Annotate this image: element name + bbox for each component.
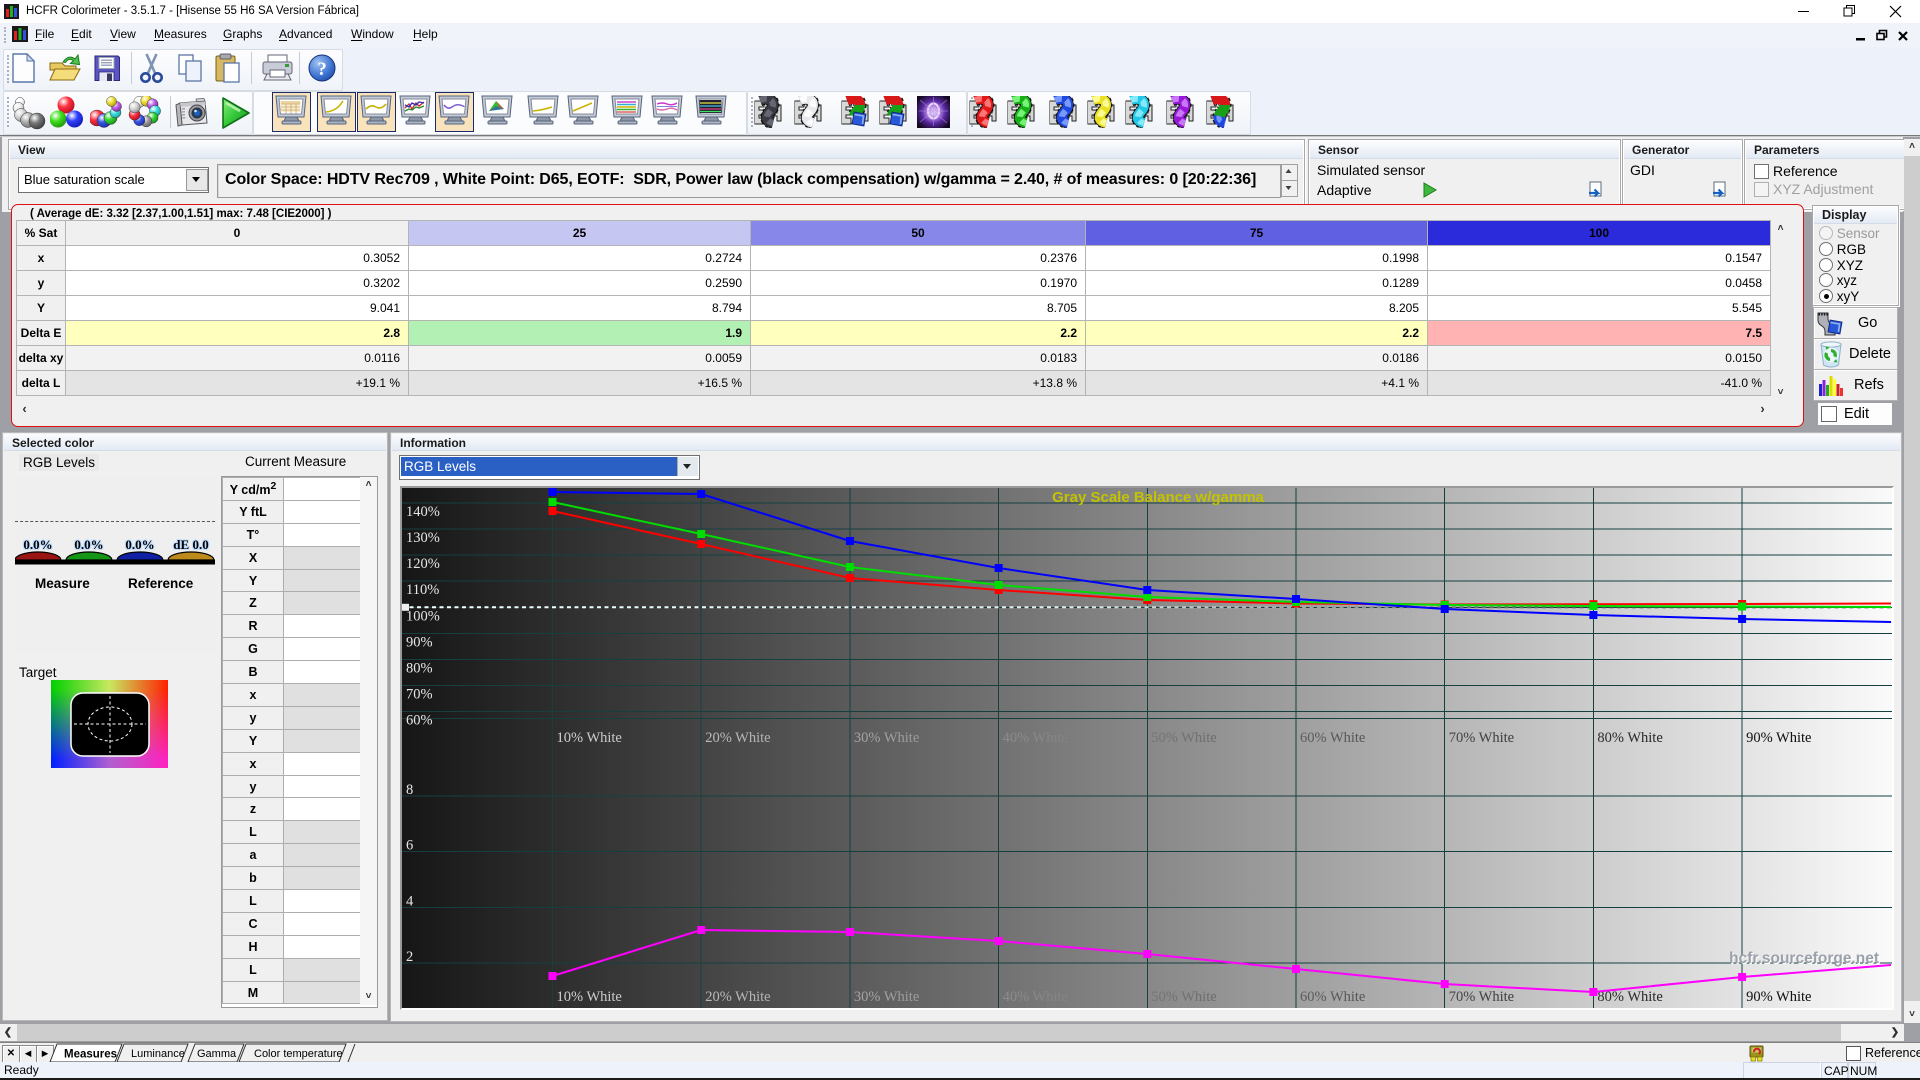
svg-text:2: 2 [406,949,413,965]
svg-text:?: ? [317,59,327,80]
svg-text:20% White: 20% White [705,989,770,1005]
svg-text:90% White: 90% White [1746,730,1811,746]
svg-text:Gray Scale Balance w/gamma: Gray Scale Balance w/gamma [1052,489,1264,506]
svg-text:Measures: Measures [64,1049,117,1061]
svg-text:80%: 80% [406,660,433,676]
svg-text:50% White: 50% White [1151,989,1216,1005]
svg-text:Luminance: Luminance [131,1048,185,1060]
svg-text:130%: 130% [406,530,440,546]
svg-text:60% White: 60% White [1300,730,1365,746]
svg-text:120%: 120% [406,556,440,572]
svg-text:30% White: 30% White [854,989,919,1005]
svg-text:140%: 140% [406,504,440,520]
svg-text:Gamma: Gamma [197,1048,237,1060]
svg-text:70%: 70% [406,687,433,703]
svg-text:80% White: 80% White [1597,730,1662,746]
svg-text:30% White: 30% White [854,730,919,746]
svg-text:90% White: 90% White [1746,989,1811,1005]
svg-text:60%: 60% [406,713,433,729]
svg-text:70% White: 70% White [1449,989,1514,1005]
svg-text:40% White: 40% White [1003,989,1068,1005]
svg-text:60% White: 60% White [1300,989,1365,1005]
svg-text:hcfr.sourceforge.net: hcfr.sourceforge.net [1729,950,1879,967]
svg-text:10% White: 10% White [557,730,622,746]
svg-text:10% White: 10% White [557,989,622,1005]
svg-text:6: 6 [406,838,413,854]
svg-text:50% White: 50% White [1151,730,1216,746]
svg-text:20% White: 20% White [705,730,770,746]
svg-text:70% White: 70% White [1449,730,1514,746]
svg-text:40% White: 40% White [1003,730,1068,746]
svg-text:110%: 110% [406,582,439,598]
svg-text:4: 4 [406,893,414,909]
svg-text:8: 8 [406,782,413,798]
svg-text:Color temperature: Color temperature [254,1048,343,1060]
svg-text:100%: 100% [406,608,440,624]
svg-text:90%: 90% [406,634,433,650]
